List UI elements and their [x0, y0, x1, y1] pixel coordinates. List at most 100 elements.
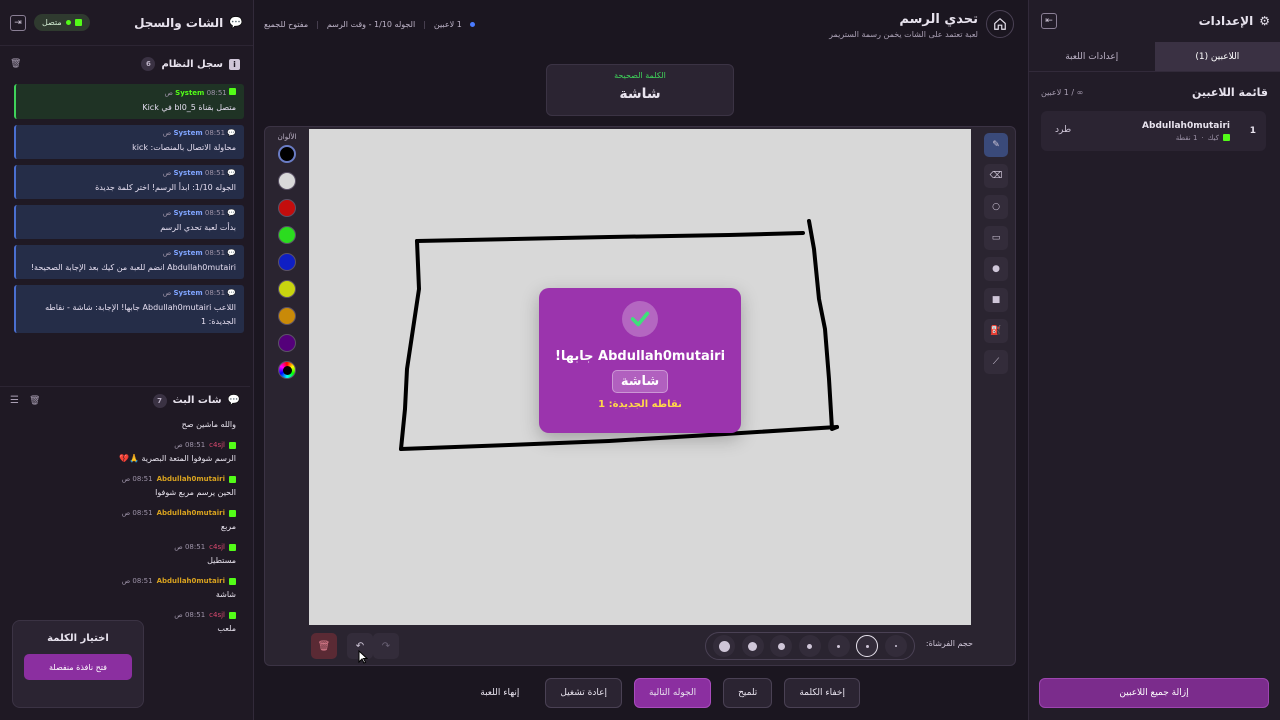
system-message: System 08:51 ص متصل بقناة bl0_5 في Kick	[14, 84, 244, 119]
kick-icon	[229, 509, 236, 517]
settings-panel: ⚙ الإعدادات ⇤ اللاعبين (1) إعدادات اللعب…	[1028, 0, 1280, 720]
kick-icon	[229, 88, 236, 95]
kick-icon	[74, 19, 82, 26]
player-points: 1 نقطة	[1175, 133, 1198, 142]
hint-button[interactable]: تلميح	[723, 678, 773, 708]
round-info: 1 لاعبين | الجوله 1/10 - وقت الرسم | مفت…	[264, 20, 475, 29]
chat-bubble-icon: 💬	[227, 249, 236, 257]
trash-icon[interactable]: 🗑	[29, 396, 40, 406]
brush-size-option[interactable]	[741, 635, 764, 657]
tool-bar: ✎ ⌫ ○ ▭ ● ■ ⛽ ⟋	[981, 133, 1011, 381]
correct-guess-popup: Abdullah0mutairi جابها! شاشة نقاطه الجدي…	[539, 288, 741, 433]
color-swatch-white[interactable]	[278, 172, 296, 190]
color-swatch-red[interactable]	[278, 199, 296, 217]
player-list-title: قائمة اللاعبين	[1192, 86, 1268, 99]
brush-size-label: حجم الفرشاة:	[925, 639, 973, 648]
kick-icon	[229, 611, 236, 619]
redo-button[interactable]: ↷	[373, 633, 399, 659]
filled-circle-icon[interactable]: ●	[984, 257, 1008, 281]
kick-player-button[interactable]: طرد	[1055, 125, 1071, 135]
system-message: 💬 System 08:51 ص الجوله 1/10: ابدأ الرسم…	[14, 165, 244, 199]
system-log-list: System 08:51 ص متصل بقناة bl0_5 في Kick …	[14, 84, 244, 380]
top-bar: تحدي الرسم لعبة تعتمد على الشات يخمن رسم…	[262, 0, 1020, 44]
chat-bubble-icon: 💬	[227, 209, 236, 217]
pencil-icon[interactable]: ✎	[984, 133, 1008, 157]
open-popup-button[interactable]: فتح نافذة منفصلة	[24, 654, 132, 680]
brush-size-option[interactable]	[770, 635, 793, 657]
home-button[interactable]	[986, 10, 1014, 38]
brush-size-option-selected[interactable]	[856, 635, 879, 657]
collapse-panel-icon[interactable]: ⇤	[1041, 13, 1057, 29]
color-swatch-green[interactable]	[278, 226, 296, 244]
rectangle-icon[interactable]: ▭	[984, 226, 1008, 250]
player-list-header: قائمة اللاعبين ∞ / 1 لاعبين	[1029, 86, 1280, 99]
chat-bubble-icon: 💬	[227, 395, 240, 406]
fill-bucket-icon[interactable]: ⛽	[984, 319, 1008, 343]
eraser-icon[interactable]: ⌫	[984, 164, 1008, 188]
live-chat-header: 💬 شات البث 7 🗑 ☰	[0, 386, 250, 414]
home-icon	[994, 17, 1006, 30]
circle-icon[interactable]: ○	[984, 195, 1008, 219]
player-list-count: ∞ / 1 لاعبين	[1041, 88, 1084, 97]
info-icon: i	[229, 58, 240, 70]
chat-message: والله ماشين صح	[181, 420, 236, 429]
chat-panel: 💬 الشات والسجل متصل ⇥ i سجل النظام 6 🗑 S…	[0, 0, 254, 720]
system-log-header: i سجل النظام 6 🗑	[0, 50, 250, 78]
chat-bubble-icon: 💬	[227, 169, 236, 177]
check-icon	[622, 301, 658, 337]
gear-icon: ⚙	[1259, 14, 1270, 28]
board-footer: 🗑 ↶ ↷ حجم الفرشاة:	[265, 629, 1017, 665]
colors-label: الألوان	[277, 133, 297, 141]
restart-button[interactable]: إعادة تشغيل	[545, 678, 622, 708]
connection-status: متصل	[34, 14, 90, 31]
align-icon[interactable]: ☰	[10, 395, 19, 406]
chat-message: Abdullah0mutairi 08:51 ص مربع	[121, 509, 236, 531]
correct-word-box: الكلمة الصحيحة شاشة	[546, 64, 734, 116]
remove-all-players-button[interactable]: إزالة جميع اللاعبين	[1039, 678, 1269, 708]
kick-icon	[229, 577, 236, 585]
filled-rectangle-icon[interactable]: ■	[984, 288, 1008, 312]
color-palette: الألوان	[269, 133, 305, 388]
winner-message: Abdullah0mutairi جابها!	[554, 349, 726, 364]
game-subtitle: لعبة تعتمد على الشات يخمن رسمة الستريمر	[829, 30, 978, 39]
live-chat-count: 7	[152, 393, 167, 408]
kick-icon	[1223, 134, 1230, 141]
brush-size-option[interactable]	[827, 635, 850, 657]
chat-bubble-icon: 💬	[229, 16, 243, 29]
chat-bubble-icon: 💬	[227, 129, 236, 137]
hide-word-button[interactable]: إخفاء الكلمة	[784, 678, 860, 708]
player-name: Abdullah0mutairi	[1142, 120, 1230, 131]
status-dot	[469, 22, 475, 27]
chat-header: 💬 الشات والسجل متصل ⇥	[0, 0, 253, 46]
color-swatch-orange[interactable]	[278, 307, 296, 325]
chat-message: Abdullah0mutairi 08:51 ص شاشة	[121, 577, 236, 599]
system-log-count: 6	[141, 57, 156, 71]
chat-bubble-icon: 💬	[227, 289, 236, 297]
color-swatch-yellow[interactable]	[278, 280, 296, 298]
chat-message: c4sjl 08:51 ص مستطيل	[174, 543, 236, 565]
player-rank: 1	[1249, 126, 1256, 136]
status-dot	[65, 20, 71, 25]
correct-word-label: الكلمة الصحيحة	[614, 71, 666, 80]
trash-icon[interactable]: 🗑	[10, 59, 21, 69]
kick-icon	[229, 475, 236, 483]
next-round-button[interactable]: الجوله التالية	[633, 678, 712, 708]
correct-word: شاشة	[619, 86, 661, 102]
end-game-button[interactable]: إنهاء اللعبة	[466, 678, 533, 708]
brush-size-option[interactable]	[798, 635, 821, 657]
color-swatch-blue[interactable]	[278, 253, 296, 271]
tab-players[interactable]: اللاعبين (1)	[1154, 42, 1280, 71]
chat-message: c4sjl 08:51 ص الرسم شوفوا المتعة البصرية …	[119, 441, 236, 463]
custom-color-picker[interactable]	[278, 361, 296, 379]
line-icon[interactable]: ⟋	[984, 350, 1008, 374]
brush-size-option[interactable]	[713, 635, 736, 657]
mouse-cursor	[358, 650, 368, 664]
collapse-panel-icon[interactable]: ⇥	[10, 14, 26, 31]
tab-game-settings[interactable]: إعدادات اللعبة	[1029, 42, 1155, 71]
color-swatch-purple[interactable]	[278, 334, 296, 352]
chat-title: 💬 الشات والسجل	[134, 15, 243, 30]
clear-canvas-button[interactable]: 🗑	[311, 633, 337, 659]
color-swatch-black[interactable]	[278, 145, 296, 163]
player-platform: كيك	[1207, 133, 1219, 142]
brush-size-option[interactable]	[884, 635, 907, 657]
